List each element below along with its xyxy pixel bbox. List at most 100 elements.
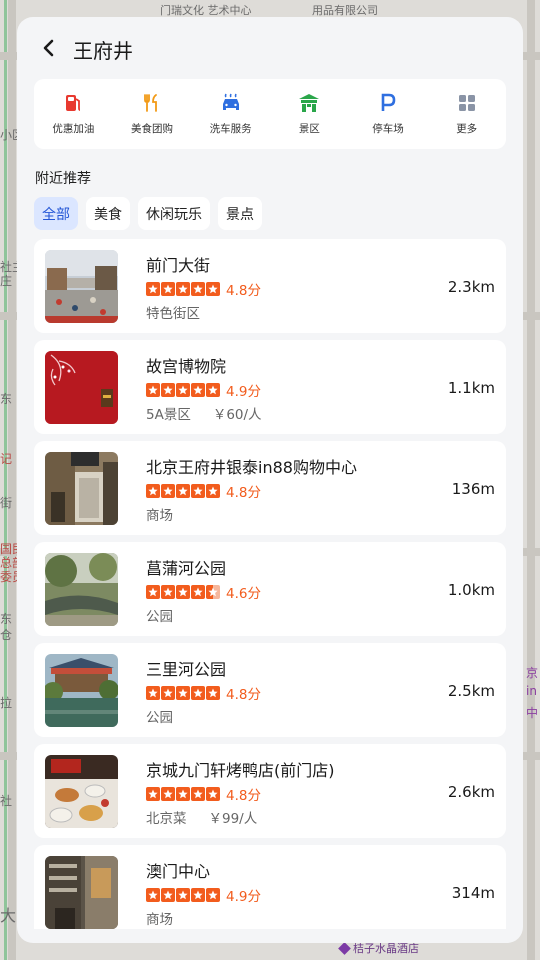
- map-label: 庄: [0, 274, 13, 288]
- star-icon: [146, 484, 160, 498]
- place-rating: 4.8分: [146, 784, 261, 804]
- star-icon: [206, 282, 220, 296]
- filter-chips: 全部 美食 休闲玩乐 景点: [34, 197, 262, 230]
- quick-action-label: 洗车服务: [209, 123, 252, 135]
- rating-score: 4.9分: [226, 384, 261, 400]
- quick-action-fuel[interactable]: 优惠加油: [34, 79, 113, 149]
- filter-chip-attractions[interactable]: 景点: [218, 197, 262, 230]
- star-icon: [161, 787, 175, 801]
- place-card[interactable]: 故宫博物院 4.9分 5A景区 ￥60/人 1.1km: [34, 340, 506, 434]
- star-icon: [191, 282, 205, 296]
- place-category: 公园: [146, 609, 173, 625]
- star-icon: [206, 686, 220, 700]
- place-thumbnail: [45, 553, 118, 626]
- place-thumbnail: [45, 351, 118, 424]
- star-icon: [206, 787, 220, 801]
- rating-score: 4.8分: [226, 687, 261, 703]
- place-price: ￥99/人: [208, 811, 258, 827]
- quick-action-car-wash[interactable]: 洗车服务: [191, 79, 270, 149]
- place-price: ￥60/人: [212, 407, 262, 423]
- map-label-company: 用品有限公司: [312, 4, 378, 17]
- place-list[interactable]: 前门大街 4.8分 特色街区 2.3km 故宫博物院 4.9分 5A景区 ￥60…: [34, 239, 506, 929]
- star-icon: [146, 282, 160, 296]
- star-icon: [146, 585, 160, 599]
- place-distance: 1.1km: [447, 379, 495, 397]
- place-rating: 4.9分: [146, 380, 261, 400]
- place-thumbnail: [45, 856, 118, 929]
- filter-chip-all[interactable]: 全部: [34, 197, 78, 230]
- quick-action-scenic[interactable]: 景区: [270, 79, 349, 149]
- page-title: 王府井: [73, 39, 133, 63]
- star-rating: [146, 383, 220, 397]
- star-icon: [146, 686, 160, 700]
- filter-chip-food[interactable]: 美食: [86, 197, 130, 230]
- rating-score: 4.9分: [226, 889, 261, 905]
- quick-action-label: 停车场: [372, 123, 404, 135]
- place-category: 商场: [146, 912, 173, 928]
- filter-chip-leisure[interactable]: 休闲玩乐: [138, 197, 210, 230]
- quick-action-parking[interactable]: 停车场: [349, 79, 428, 149]
- panel-header: 王府井: [17, 17, 523, 79]
- star-icon: [176, 787, 190, 801]
- back-button[interactable]: [37, 36, 61, 60]
- star-icon: [176, 484, 190, 498]
- rating-score: 4.8分: [226, 485, 261, 501]
- map-label: 东: [0, 612, 13, 626]
- star-icon: [161, 383, 175, 397]
- star-icon: [191, 383, 205, 397]
- place-card[interactable]: 菖蒲河公园 4.6分 公园 1.0km: [34, 542, 506, 636]
- map-label-culture-center: 门瑞文化 艺术中心: [160, 4, 252, 17]
- nearby-panel: 王府井 优惠加油 美食团购 洗车服务 景区 停车场 更多 附近推荐 全部 美食 …: [17, 17, 523, 943]
- quick-action-more[interactable]: 更多: [427, 79, 506, 149]
- star-icon: [161, 484, 175, 498]
- quick-action-label: 美食团购: [131, 123, 173, 135]
- place-name: 北京王府井银泰in88购物中心: [146, 458, 357, 477]
- star-rating: [146, 585, 220, 599]
- map-label: 记: [0, 452, 13, 466]
- star-icon: [146, 787, 160, 801]
- place-rating: 4.6分: [146, 582, 261, 602]
- place-card[interactable]: 前门大街 4.8分 特色街区 2.3km: [34, 239, 506, 333]
- place-meta: 特色街区: [146, 302, 200, 322]
- quick-action-food[interactable]: 美食团购: [113, 79, 192, 149]
- place-card[interactable]: 澳门中心 4.9分 商场 314m: [34, 845, 506, 929]
- place-meta: 商场: [146, 504, 173, 524]
- place-name: 菖蒲河公园: [146, 559, 227, 578]
- place-rating: 4.8分: [146, 683, 261, 703]
- map-label: 社: [0, 794, 13, 808]
- place-card[interactable]: 三里河公园 4.8分 公园 2.5km: [34, 643, 506, 737]
- place-name: 澳门中心: [146, 862, 211, 881]
- star-icon: [161, 686, 175, 700]
- map-label: 东: [0, 392, 13, 406]
- map-label: 街: [0, 496, 13, 510]
- star-icon: [191, 686, 205, 700]
- place-distance: 2.6km: [447, 783, 495, 801]
- chevron-left-icon: [43, 39, 54, 57]
- star-icon: [206, 585, 220, 599]
- place-card[interactable]: 北京王府井银泰in88购物中心 4.8分 商场 136m: [34, 441, 506, 535]
- place-category: 商场: [146, 508, 173, 524]
- rating-score: 4.6分: [226, 586, 261, 602]
- place-card[interactable]: 京城九门轩烤鸭店(前门店) 4.8分 北京菜 ￥99/人 2.6km: [34, 744, 506, 838]
- place-thumbnail: [45, 250, 118, 323]
- star-icon: [191, 787, 205, 801]
- place-distance: 2.5km: [447, 682, 495, 700]
- place-thumbnail: [45, 755, 118, 828]
- place-rating: 4.9分: [146, 885, 261, 905]
- place-distance: 136m: [451, 480, 495, 498]
- star-icon: [161, 585, 175, 599]
- place-meta: 商场: [146, 908, 173, 928]
- quick-actions-bar: 优惠加油 美食团购 洗车服务 景区 停车场 更多: [34, 79, 506, 149]
- place-meta: 公园: [146, 605, 173, 625]
- scenic-icon: [298, 92, 320, 114]
- place-name: 前门大街: [146, 256, 211, 275]
- star-icon: [191, 484, 205, 498]
- section-title: 附近推荐: [35, 171, 91, 187]
- map-label: in: [526, 684, 537, 698]
- place-rating: 4.8分: [146, 279, 261, 299]
- place-meta: 公园: [146, 706, 173, 726]
- star-icon: [176, 585, 190, 599]
- star-icon: [206, 484, 220, 498]
- quick-action-label: 景区: [298, 123, 320, 135]
- place-thumbnail: [45, 452, 118, 525]
